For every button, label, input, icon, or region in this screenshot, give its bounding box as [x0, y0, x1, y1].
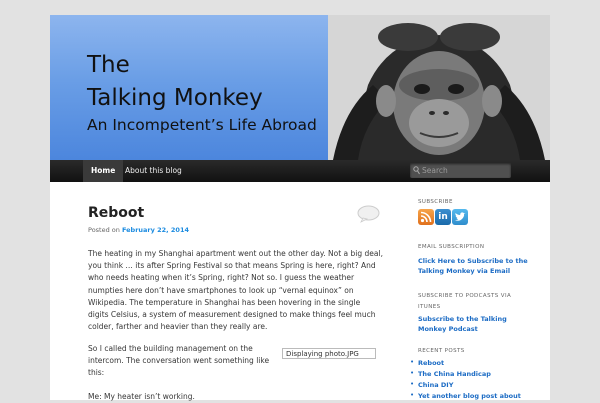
- post-paragraph: The heating in my Shanghai apartment wen…: [88, 249, 383, 332]
- site-tagline: An Incompetent’s Life Abroad: [87, 116, 317, 134]
- recent-post-link[interactable]: Reboot: [418, 358, 530, 368]
- comment-bubble-icon[interactable]: [357, 205, 380, 223]
- podcast-heading: SUBSCRIBE TO PODCASTS VIA ITUNES: [418, 293, 512, 310]
- nav-item-about[interactable]: About this blog: [117, 160, 190, 182]
- email-subscribe-link[interactable]: Click Here to Subscribe to the Talking M…: [418, 256, 530, 276]
- monkey-header-image: [328, 15, 550, 160]
- post-meta: Posted on February 22, 2014: [88, 226, 189, 234]
- recent-post-link[interactable]: China DIY: [418, 380, 530, 390]
- email-subscription-heading: EMAIL SUBSCRIPTION: [418, 244, 485, 250]
- post-paragraph: Me: My heater isn’t working.: [88, 392, 195, 401]
- subscribe-heading: SUBSCRIBE: [418, 199, 453, 205]
- linkedin-icon[interactable]: in: [435, 209, 451, 225]
- rss-icon[interactable]: [418, 209, 434, 225]
- post-title[interactable]: Reboot: [88, 205, 144, 221]
- list-bullet: •: [410, 369, 415, 377]
- post-paragraph: So I called the building management on t…: [88, 344, 270, 378]
- twitter-icon[interactable]: [452, 209, 468, 225]
- search-icon: [413, 166, 420, 175]
- list-bullet: •: [410, 358, 415, 366]
- podcast-subscribe-link[interactable]: Subscribe to the Talking Monkey Podcast: [418, 314, 530, 334]
- site-title-line1[interactable]: The: [87, 52, 130, 78]
- recent-posts-heading: RECENT POSTS: [418, 348, 465, 354]
- search-input[interactable]: [422, 163, 507, 178]
- posted-on-label: Posted on: [88, 226, 120, 234]
- post-date-link[interactable]: February 22, 2014: [122, 226, 189, 234]
- site-header[interactable]: The Talking Monkey An Incompetent’s Life…: [50, 15, 550, 160]
- image-placeholder[interactable]: Displaying photo.JPG: [282, 348, 376, 359]
- search-box[interactable]: [410, 163, 511, 178]
- recent-post-link[interactable]: The China Handicap: [418, 369, 530, 379]
- list-bullet: •: [410, 391, 415, 399]
- list-bullet: •: [410, 380, 415, 388]
- site-title-line2[interactable]: Talking Monkey: [87, 85, 263, 111]
